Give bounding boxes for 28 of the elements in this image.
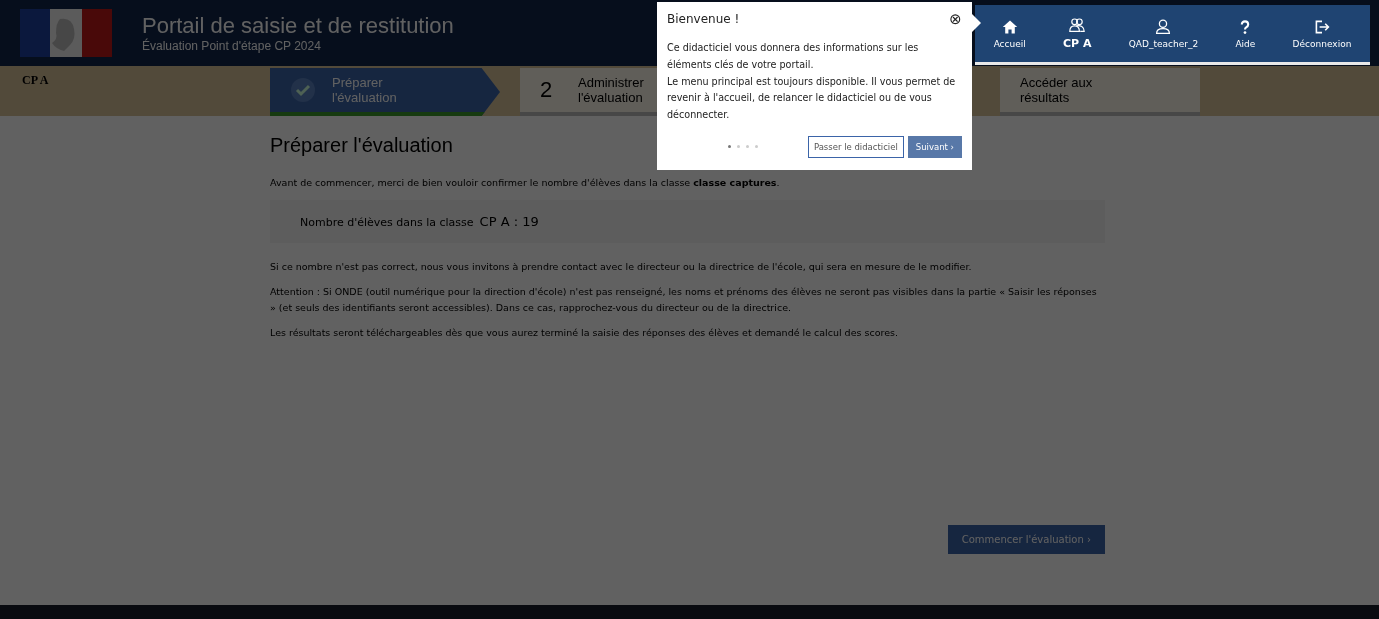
section-title: Préparer l'évaluation xyxy=(270,134,453,157)
step-label: Accéder aux résultats xyxy=(1020,75,1094,105)
home-icon xyxy=(1001,18,1018,35)
nav-item[interactable]: Accueil xyxy=(987,16,1032,51)
step-label: Administrer l'évaluation xyxy=(578,75,645,105)
check-icon xyxy=(290,77,316,103)
logout-icon xyxy=(1314,18,1330,35)
user-icon xyxy=(1155,18,1172,35)
info-text: Les résultats seront téléchargeables dès que vous aurez terminé la saisie des réponses des élèves et demandé le calcul des scores. xyxy=(270,325,899,340)
class-label: CP A xyxy=(22,73,49,88)
people-icon xyxy=(1069,17,1086,33)
nav-item[interactable]: Déconnexion xyxy=(1286,16,1358,51)
nav-item[interactable]: QAD_teacher_2 xyxy=(1122,16,1205,51)
portal-subtitle: Évaluation Point d'étape CP 2024 xyxy=(142,39,322,53)
close-button[interactable]: ⊗ xyxy=(949,10,962,28)
count-value: CP A : 19 xyxy=(479,214,539,230)
next-button[interactable]: Suivant › xyxy=(907,135,962,158)
nav-item[interactable]: Aide xyxy=(1229,16,1262,51)
step-label: Préparer l'évaluation xyxy=(332,75,398,105)
nav-item[interactable]: CP A xyxy=(1057,15,1098,52)
step-number: 2 xyxy=(540,77,554,103)
popover-title: Bienvenue ! xyxy=(667,12,740,26)
count-label: Nombre d'élèves dans la classe xyxy=(300,216,474,230)
skip-button[interactable]: Passer le didacticiel xyxy=(807,135,904,158)
info-text: Attention : Si ONDE (outil numérique pour la direction d'école) n'est pas renseigné, les noms et prénoms des élèves ne seront pas visibles dans la partie « Saisir les réponses » (et seuls des identifiants seront accessibles). Dans ce cas, rapprochez-vous du directeur ou de la directrice. xyxy=(270,285,1098,315)
info-text: Si ce nombre n'est pas correct, nous vous invitons à prendre contact avec le directeur ou la directrice de l'école, qui sera en mesure de le modifier. xyxy=(270,260,973,275)
intro-text: Avant de commencer, merci de bien vouloir confirmer le nombre d'élèves dans la classe classe captures. xyxy=(270,176,781,190)
portal-title: Portail de saisie et de restitution xyxy=(142,13,454,38)
